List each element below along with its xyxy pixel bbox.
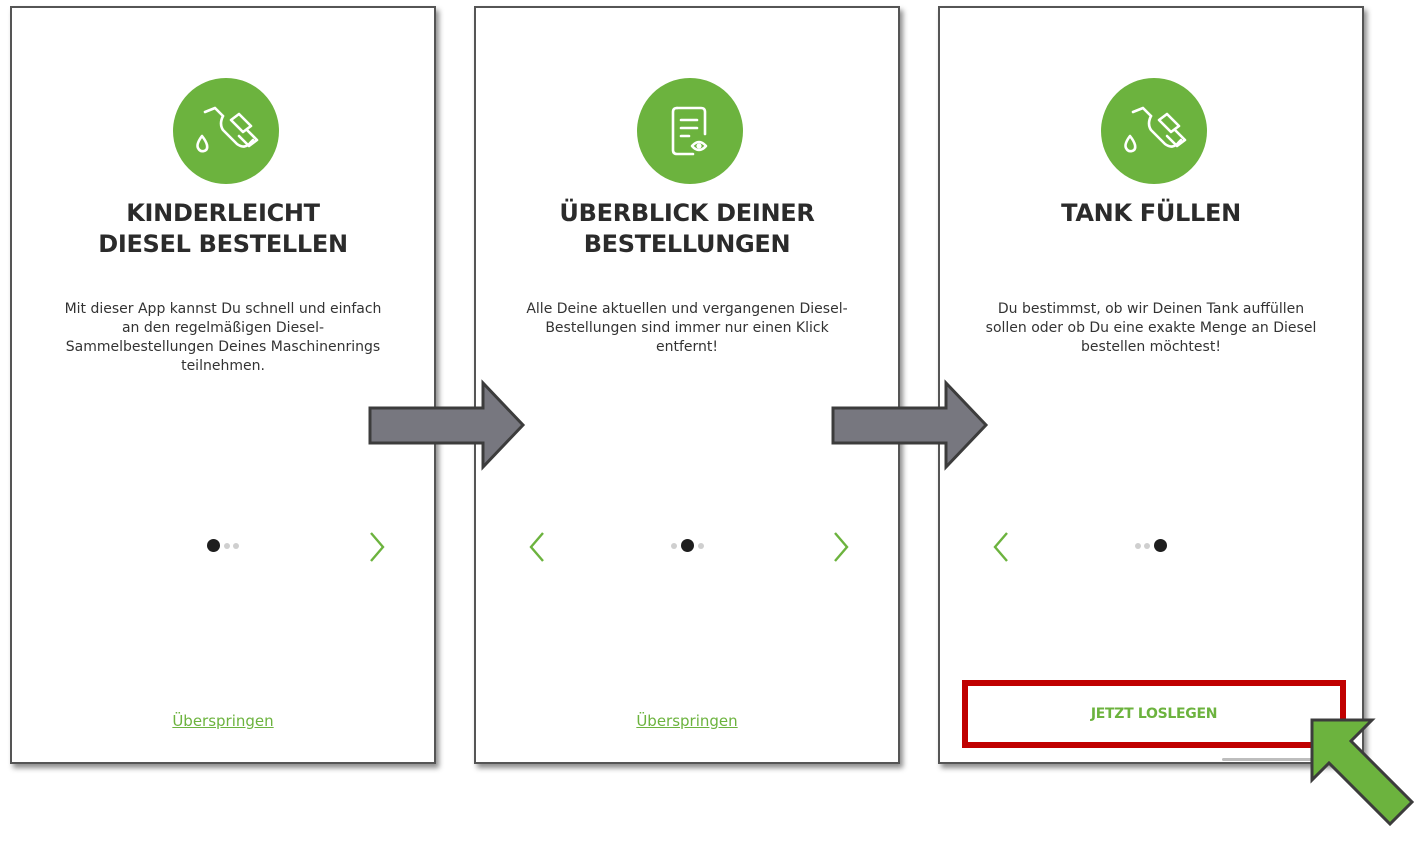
pointer-arrow-icon <box>1310 718 1414 827</box>
annotation-overlay <box>368 379 1414 827</box>
flow-arrow-right-icon <box>368 379 526 471</box>
flow-arrow-right-icon <box>831 379 989 471</box>
